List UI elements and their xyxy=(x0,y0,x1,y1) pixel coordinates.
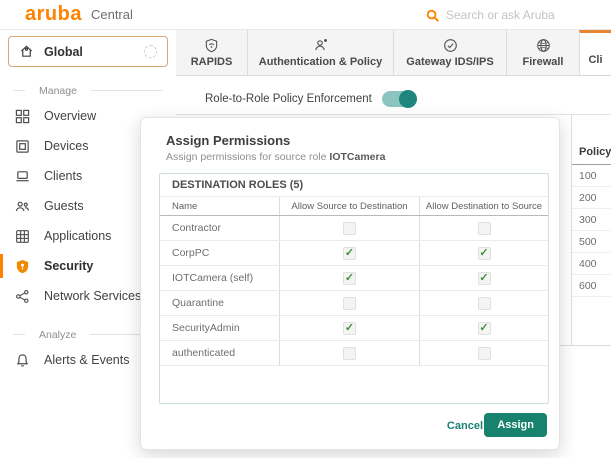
tab-label: Cli xyxy=(588,54,602,66)
tab-label: Authentication & Policy xyxy=(259,56,382,68)
role-name: Quarantine xyxy=(160,291,280,315)
policy-column-header: Policy xyxy=(572,142,611,165)
table-row: IOTCamera (self) xyxy=(160,266,548,291)
tab-authentication-policy[interactable]: Authentication & Policy xyxy=(247,30,393,75)
checkbox-src-to-dst[interactable] xyxy=(343,347,356,360)
destination-roles-panel: DESTINATION ROLES (5) Name Allow Source … xyxy=(159,173,549,404)
dialog-title: Assign Permissions xyxy=(166,133,559,148)
policy-cell: 200 xyxy=(572,187,611,209)
guests-people-icon xyxy=(14,198,31,215)
column-name: Name xyxy=(160,197,280,215)
network-services-icon xyxy=(14,288,31,305)
policy-cell: 400 xyxy=(572,253,611,275)
auth-person-icon xyxy=(313,37,329,53)
tab-firewall[interactable]: Firewall xyxy=(506,30,579,75)
role-name: IOTCamera (self) xyxy=(160,266,280,290)
applications-grid-icon xyxy=(14,228,31,245)
clients-laptop-icon xyxy=(14,168,31,185)
background-table-bottom-border xyxy=(560,345,611,346)
table-row: SecurityAdmin xyxy=(160,316,548,341)
toggle-label: Role-to-Role Policy Enforcement xyxy=(205,93,372,105)
assign-button[interactable]: Assign xyxy=(484,413,547,437)
table-row: Quarantine xyxy=(160,291,548,316)
alerts-bell-icon xyxy=(14,352,31,369)
role-to-role-toggle-row: Role-to-Role Policy Enforcement xyxy=(205,91,416,107)
content-divider xyxy=(176,114,611,115)
sidebar-item-label: Devices xyxy=(44,139,88,153)
checkbox-src-to-dst[interactable] xyxy=(343,272,356,285)
policy-cell: 500 xyxy=(572,231,611,253)
search-placeholder[interactable]: Search or ask Aruba xyxy=(446,8,555,22)
checkbox-dst-to-src[interactable] xyxy=(478,347,491,360)
gateway-check-circle-icon xyxy=(442,37,458,53)
sidebar-item-label: Clients xyxy=(44,169,82,183)
checkbox-dst-to-src[interactable] xyxy=(478,297,491,310)
sidebar-item-label: Network Services xyxy=(44,289,141,303)
security-shield-icon xyxy=(14,258,31,275)
source-role-name: IOTCamera xyxy=(329,151,385,163)
section-manage: Manage xyxy=(6,84,170,97)
loading-spinner-icon xyxy=(144,45,157,58)
column-allow-destination-to-source: Allow Destination to Source xyxy=(420,197,548,215)
background-policy-table: Policy 100 200 300 500 400 600 xyxy=(571,115,611,345)
policy-cell: 100 xyxy=(572,165,611,187)
overview-grid-icon xyxy=(14,108,31,125)
checkbox-dst-to-src[interactable] xyxy=(478,272,491,285)
column-allow-source-to-destination: Allow Source to Destination xyxy=(280,197,420,215)
checkbox-src-to-dst[interactable] xyxy=(343,222,356,235)
checkbox-dst-to-src[interactable] xyxy=(478,247,491,260)
scope-label: Global xyxy=(44,45,83,59)
checkbox-src-to-dst[interactable] xyxy=(343,322,356,335)
product-name: Central xyxy=(91,7,133,22)
checkbox-dst-to-src[interactable] xyxy=(478,322,491,335)
role-name: authenticated xyxy=(160,341,280,365)
role-name: CorpPC xyxy=(160,241,280,265)
role-name: SecurityAdmin xyxy=(160,316,280,340)
security-tab-bar: RAPIDS Authentication & Policy Gateway I… xyxy=(176,30,611,76)
tab-label: RAPIDS xyxy=(191,56,233,68)
checkbox-src-to-dst[interactable] xyxy=(343,247,356,260)
tab-clients-active[interactable]: Cli xyxy=(579,30,611,75)
checkbox-dst-to-src[interactable] xyxy=(478,222,491,235)
sidebar-item-label: Guests xyxy=(44,199,84,213)
tab-rapids[interactable]: RAPIDS xyxy=(176,30,247,75)
tab-label: Firewall xyxy=(523,56,564,68)
aruba-logo: aruba xyxy=(25,3,82,26)
global-search[interactable]: Search or ask Aruba xyxy=(426,0,555,30)
sidebar-item-label: Alerts & Events xyxy=(44,353,129,367)
firewall-globe-icon xyxy=(535,37,551,53)
tab-label: Gateway IDS/IPS xyxy=(406,56,493,68)
table-header-row: Name Allow Source to Destination Allow D… xyxy=(160,197,548,216)
role-name: Contractor xyxy=(160,216,280,240)
dialog-subtitle: Assign permissions for source role IOTCa… xyxy=(166,151,559,163)
checkbox-src-to-dst[interactable] xyxy=(343,297,356,310)
destination-roles-title: DESTINATION ROLES (5) xyxy=(160,174,548,197)
home-icon xyxy=(19,44,34,59)
assign-permissions-dialog: Assign Permissions Assign permissions fo… xyxy=(140,117,560,450)
policy-cell: 300 xyxy=(572,209,611,231)
top-bar: aruba Central Search or ask Aruba xyxy=(0,0,611,30)
scope-selector[interactable]: Global xyxy=(8,36,168,67)
role-to-role-toggle[interactable] xyxy=(382,91,416,107)
devices-icon xyxy=(14,138,31,155)
sidebar-item-label: Overview xyxy=(44,109,96,123)
policy-cell: 600 xyxy=(572,275,611,297)
table-row: CorpPC xyxy=(160,241,548,266)
tab-gateway-ids-ips[interactable]: Gateway IDS/IPS xyxy=(393,30,506,75)
rapids-shield-icon xyxy=(204,37,220,53)
search-icon xyxy=(426,9,439,22)
cancel-button[interactable]: Cancel xyxy=(447,420,483,432)
sidebar-item-label: Security xyxy=(44,259,93,273)
table-row: authenticated xyxy=(160,341,548,366)
sidebar-item-label: Applications xyxy=(44,229,111,243)
table-row: Contractor xyxy=(160,216,548,241)
